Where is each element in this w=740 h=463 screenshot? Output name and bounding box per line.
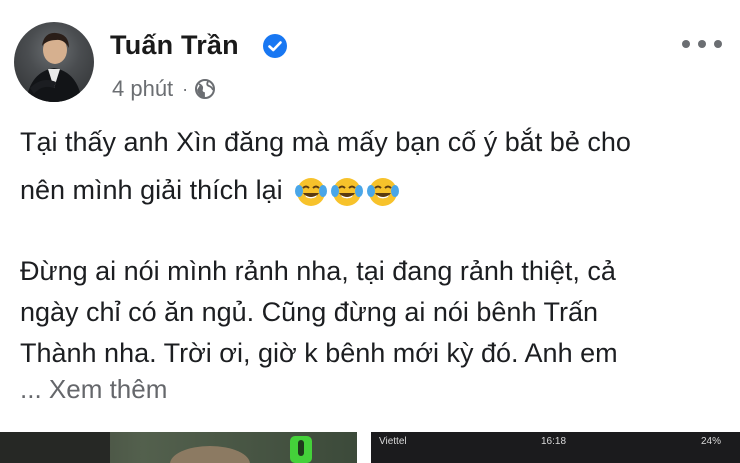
- avatar[interactable]: [14, 22, 94, 102]
- separator-dot: ·: [182, 78, 189, 99]
- post-text-line: Tại thấy anh Xìn đăng mà mấy bạn cố ý bắ…: [20, 127, 631, 157]
- post-text-line: Đừng ai nói mình rảnh nha, tại đang rảnh…: [20, 256, 616, 286]
- post-meta: 4 phút ·: [112, 76, 216, 102]
- post-text-line: nên mình giải thích lại: [20, 175, 283, 205]
- see-more-link[interactable]: ... Xem thêm: [20, 374, 167, 405]
- face-with-tears-of-joy-icon: [295, 177, 328, 206]
- post-text-line: ngày chỉ có ăn ngủ. Cũng đừng ai nói bên…: [20, 297, 598, 327]
- facebook-post: Tuấn Trần 4 phút · Tại thấy anh Xìn đăng…: [0, 0, 740, 463]
- attached-photo-right[interactable]: Viettel 16:18 24%: [371, 432, 740, 463]
- photo-status-battery: 24%: [701, 436, 722, 447]
- photo-status-time: 16:18: [541, 436, 567, 447]
- more-options-button[interactable]: [682, 34, 722, 54]
- post-text-line-with-emoji: nên mình giải thích lại: [20, 172, 402, 209]
- more-dot: [682, 40, 690, 48]
- post-text-line: Thành nha. Trời ơi, giờ k bênh mới kỳ đó…: [20, 338, 618, 368]
- face-with-tears-of-joy-icon: [331, 177, 364, 206]
- post-time[interactable]: 4 phút: [112, 76, 173, 102]
- more-dot: [714, 40, 722, 48]
- verified-badge-icon: [263, 34, 287, 58]
- photo-status-carrier: Viettel: [379, 436, 407, 447]
- globe-icon: [195, 79, 216, 99]
- face-with-tears-of-joy-icon: [367, 177, 400, 206]
- emoji-row: [294, 175, 402, 209]
- more-dot: [698, 40, 706, 48]
- attached-photo-left[interactable]: [0, 432, 357, 463]
- author-name[interactable]: Tuấn Trần: [110, 30, 239, 61]
